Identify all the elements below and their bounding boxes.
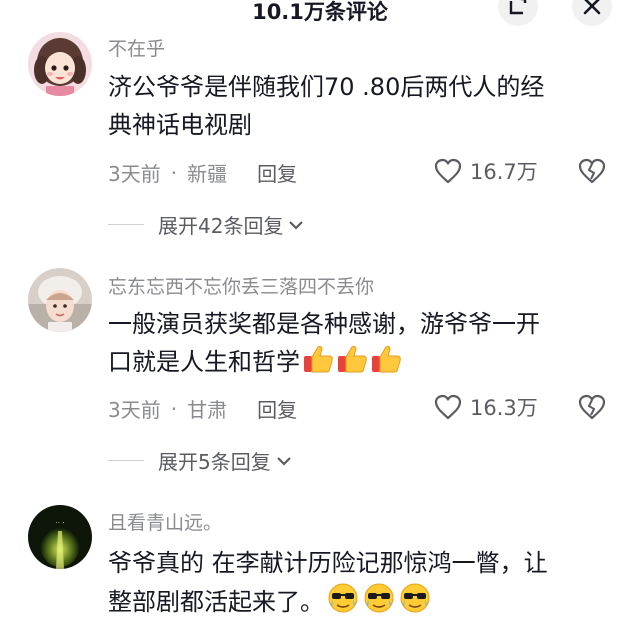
username[interactable]: 且看青山远。 [108, 508, 222, 535]
comment-time: 3天前 [108, 398, 161, 422]
cool-crying-face-icon [362, 582, 396, 625]
comment-text: 济公爷爷是伴随我们70 .80后两代人的经 典神话电视剧 [108, 68, 608, 144]
comment-meta: 3天前 · 甘肃 回复 [108, 394, 297, 423]
avatar[interactable] [28, 32, 92, 96]
comment-text: 爷爷真的 在李献计历险记那惊鸿一瞥，让 整部剧都活起来了。 [108, 544, 608, 625]
comment-text: 一般演员获奖都是各种感谢，游爷爷一开 口就是人生和哲学 [108, 305, 608, 385]
dislike-button[interactable] [578, 394, 606, 424]
thumbs-up-icon [302, 344, 334, 385]
heart-icon [434, 158, 462, 184]
expand-icon [509, 0, 527, 15]
chevron-down-icon [276, 456, 291, 466]
reply-button[interactable]: 回复 [257, 394, 297, 423]
comment-text-line: 典神话电视剧 [108, 111, 252, 139]
comment-text-fragment: 整部剧都活起来了。 [108, 588, 324, 616]
divider [108, 224, 144, 225]
like-button[interactable]: 16.3万 [434, 392, 538, 422]
comment-meta: 3天前 · 新疆 回复 [108, 158, 297, 187]
comment-location: 甘肃 [187, 398, 228, 422]
thumbs-up-icon [370, 344, 402, 385]
avatar[interactable] [28, 268, 92, 332]
expand-replies-label: 展开5条回复 [158, 450, 271, 474]
like-count: 16.7万 [470, 160, 538, 184]
divider [108, 460, 144, 461]
expand-replies-label: 展开42条回复 [158, 214, 284, 238]
expand-replies[interactable]: 展开42条回复 [108, 210, 305, 239]
comment-text-fragment: 口就是人生和哲学 [108, 348, 300, 376]
svg-text:·· ·: ·· · [56, 519, 65, 527]
comment-time: 3天前 [108, 162, 161, 186]
broken-heart-icon [578, 158, 606, 184]
comment-text-line: 整部剧都活起来了。 [108, 582, 608, 625]
separator-dot: · [170, 396, 178, 421]
comment-count-title: 10.1万条评论 [252, 0, 388, 24]
comment-text-line: 一般演员获奖都是各种感谢，游爷爷一开 [108, 310, 540, 338]
comment-text-line: 口就是人生和哲学 [108, 343, 608, 385]
like-button[interactable]: 16.7万 [434, 156, 538, 186]
comment-text-line: 济公爷爷是伴随我们70 .80后两代人的经 [108, 73, 545, 101]
broken-heart-icon [578, 394, 606, 420]
comment-text-line: 爷爷真的 在李献计历险记那惊鸿一瞥，让 [108, 549, 548, 577]
comment-location: 新疆 [187, 162, 228, 186]
username[interactable]: 忘东忘西不忘你丢三落四不丢你 [108, 272, 374, 299]
comments-header: 10.1万条评论 [0, 0, 640, 32]
dislike-button[interactable] [578, 158, 606, 188]
like-count: 16.3万 [470, 396, 538, 420]
avatar[interactable]: ·· · [28, 505, 92, 569]
thumbs-up-icon [336, 344, 368, 385]
expand-replies[interactable]: 展开5条回复 [108, 446, 293, 475]
separator-dot: · [170, 160, 178, 185]
username[interactable]: 不在乎 [108, 34, 165, 61]
reply-button[interactable]: 回复 [257, 158, 297, 187]
close-icon [583, 0, 601, 15]
cool-crying-face-icon [398, 582, 432, 625]
chevron-down-icon [289, 220, 304, 230]
heart-icon [434, 394, 462, 420]
cool-crying-face-icon [326, 582, 360, 625]
